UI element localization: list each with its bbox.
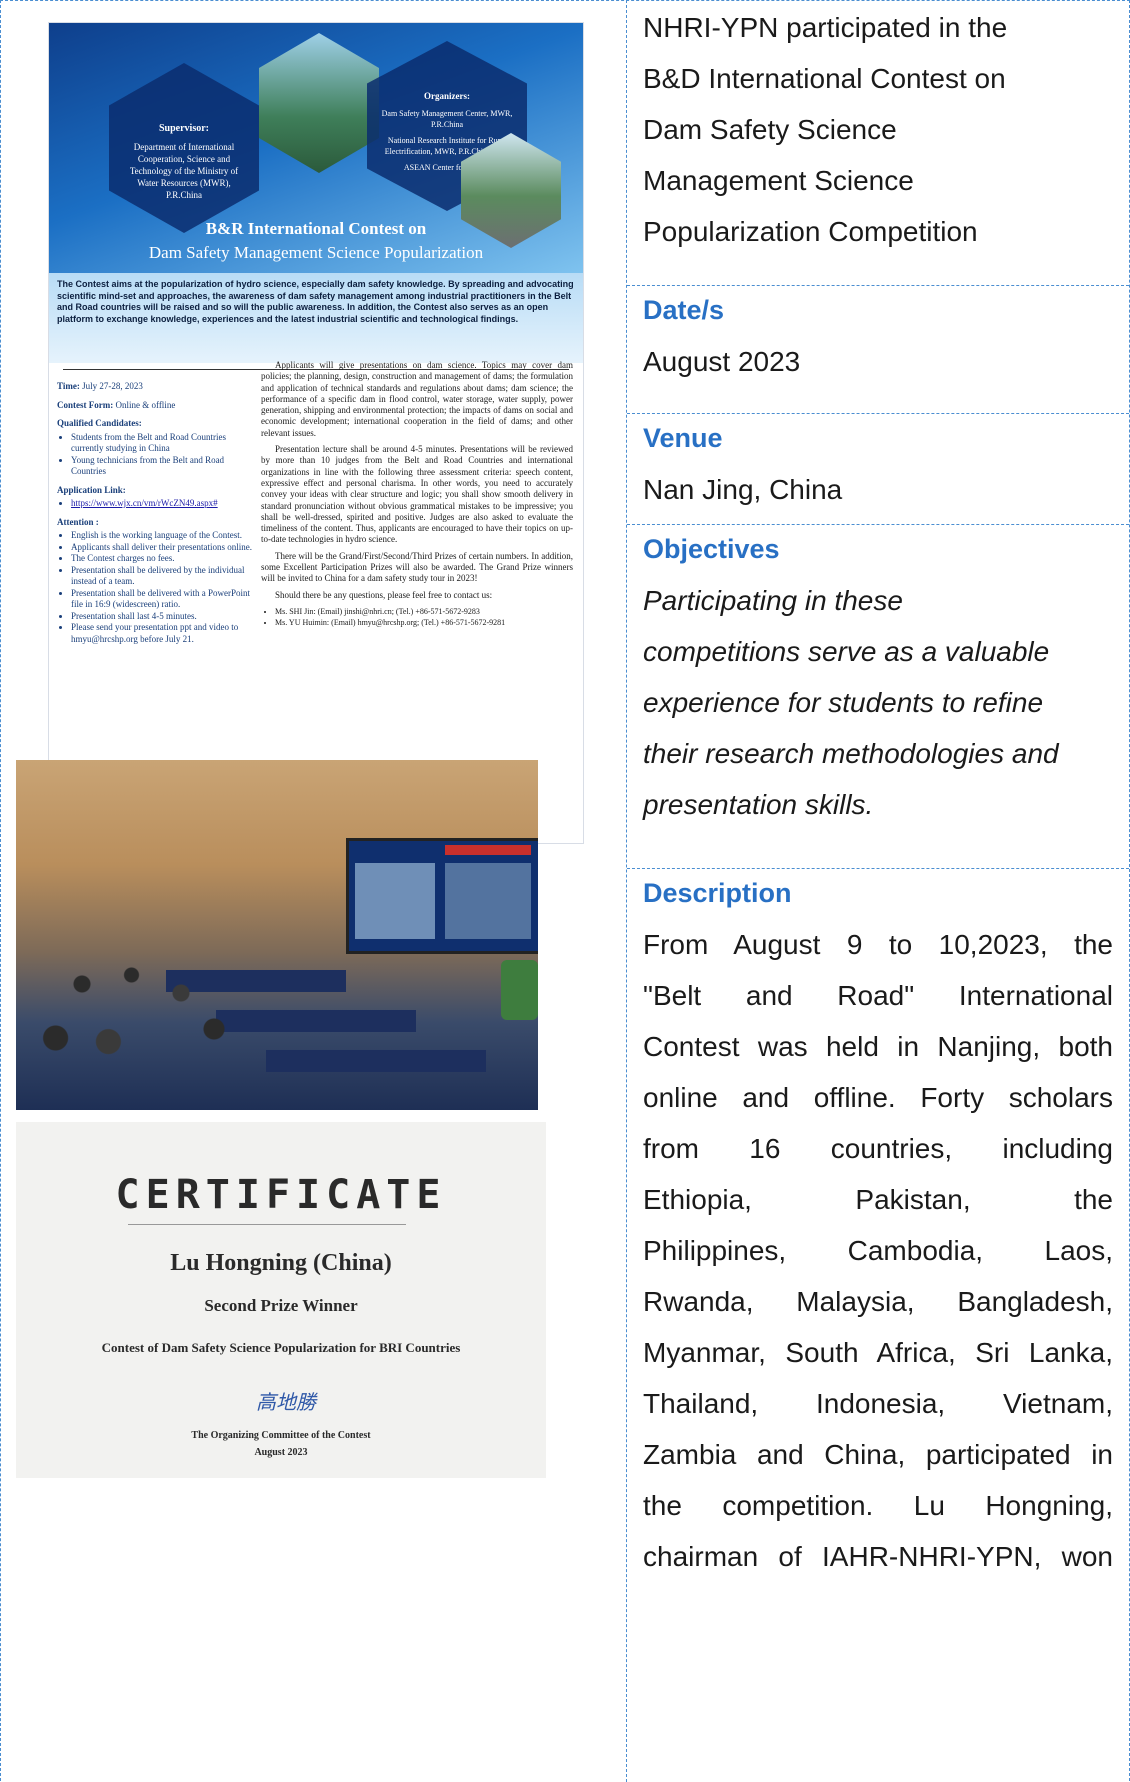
description-line: Philippines, Cambodia, Laos,	[643, 1235, 1113, 1266]
objectives-line: Participating in these	[643, 585, 903, 616]
poster-title-line-1: B&R International Contest on	[205, 219, 427, 238]
section-divider	[627, 868, 1129, 869]
poster-paragraph-2: Presentation lecture shall be around 4-5…	[261, 444, 573, 545]
description-line: Thailand, Indonesia, Vietnam,	[643, 1388, 1113, 1419]
event-title-line: Dam Safety Science	[643, 114, 897, 145]
supervisor-hexagon: Supervisor: Department of International C…	[109, 63, 259, 233]
projection-screen	[346, 838, 538, 954]
contest-poster: Supervisor: Department of International C…	[48, 22, 584, 844]
description-heading: Description	[643, 878, 792, 908]
certificate-rule	[128, 1224, 406, 1225]
date-section: Date/s August 2023	[643, 285, 1113, 387]
supervisor-heading: Supervisor:	[159, 123, 209, 134]
list-item: Young technicians from the Belt and Road…	[71, 455, 252, 478]
section-divider	[627, 413, 1129, 414]
poster-intro-box: The Contest aims at the popularization o…	[49, 273, 583, 363]
description-line: the competition. Lu Hongning,	[643, 1490, 1113, 1521]
contact-item: Ms. SHI Jin: (Email) jinshi@nhri.cn; (Te…	[275, 606, 573, 617]
poster-left-column: Time: July 27-28, 2023 Contest Form: Onl…	[57, 381, 252, 645]
description-line: Rwanda, Malaysia, Bangladesh,	[643, 1286, 1113, 1317]
list-item: Presentation shall be delivered by the i…	[71, 565, 252, 588]
list-item: Presentation shall last 4-5 minutes.	[71, 611, 252, 623]
list-item: Students from the Belt and Road Countrie…	[71, 432, 252, 455]
list-item: Presentation shall be delivered with a P…	[71, 588, 252, 611]
poster-banner: Supervisor: Department of International C…	[49, 23, 583, 273]
qualified-list: Students from the Belt and Road Countrie…	[57, 432, 252, 478]
plants	[501, 960, 538, 1020]
description-line: Zambia and China, participated in	[643, 1439, 1113, 1470]
certificate-prize: Second Prize Winner	[204, 1296, 358, 1315]
event-title-line: Popularization Competition	[643, 216, 978, 247]
application-list: https://www.wjx.cn/vm/rWcZN49.aspx#	[57, 498, 252, 510]
contact-list: Ms. SHI Jin: (Email) jinshi@nhri.cn; (Te…	[261, 606, 573, 629]
description-line: Ethiopia, Pakistan, the	[643, 1184, 1113, 1215]
event-title-line: B&D International Contest on	[643, 63, 1006, 94]
event-title: NHRI-YPN participated in the B&D Interna…	[643, 2, 1113, 257]
description-section: Description From August 9 to 10,2023, th…	[643, 868, 1113, 1582]
description-line: Contest was held in Nanjing, both	[643, 1031, 1113, 1062]
certificate-photo: CERTIFICATE Lu Hongning (China) Second P…	[16, 1122, 546, 1478]
supervisor-text: Department of International Cooperation,…	[129, 142, 239, 200]
conference-hall-photo	[16, 760, 538, 1110]
dam-photo-hexagon	[259, 33, 379, 173]
list-item: Applicants shall deliver their presentat…	[71, 542, 252, 554]
audience	[16, 930, 346, 1110]
venue-value: Nan Jing, China	[643, 474, 843, 505]
date-value: August 2023	[643, 346, 801, 377]
time-label: Time:	[57, 381, 80, 391]
certificate-signature: 高地勝	[256, 1392, 316, 1414]
poster-paragraph-3: There will be the Grand/First/Second/Thi…	[261, 550, 573, 584]
description-line: online and offline. Forty scholars	[643, 1082, 1113, 1113]
application-heading: Application Link:	[57, 484, 126, 495]
list-item: The Contest charges no fees.	[71, 553, 252, 565]
venue-section: Venue Nan Jing, China	[643, 413, 1113, 515]
poster-title-line-2: Dam Safety Management Science Populariza…	[148, 243, 484, 262]
event-title-line: Management Science	[643, 165, 914, 196]
certificate-recipient: Lu Hongning (China)	[170, 1250, 392, 1276]
event-title-line: NHRI-YPN participated in the	[643, 12, 1008, 43]
objectives-line: competitions serve as a valuable	[643, 636, 1050, 667]
application-link[interactable]: https://www.wjx.cn/vm/rWcZN49.aspx#	[71, 498, 218, 508]
poster-contact-intro: Should there be any questions, please fe…	[275, 589, 493, 600]
objectives-line: presentation skills.	[643, 789, 874, 820]
description-line: Myanmar, South Africa, Sri Lanka,	[643, 1337, 1113, 1368]
certificate-contest: Contest of Dam Safety Science Populariza…	[101, 1340, 461, 1355]
organizer-1: Dam Safety Management Center, MWR, P.R.C…	[381, 109, 513, 129]
description-line: chairman of IAHR-NHRI-YPN, won	[643, 1541, 1113, 1572]
poster-right-column: Applicants will give presentations on da…	[261, 360, 573, 629]
attention-heading: Attention :	[57, 516, 99, 527]
date-heading: Date/s	[643, 295, 725, 325]
description-line: From August 9 to 10,2023, the	[643, 929, 1113, 960]
objectives-section: Objectives Participating in these compet…	[643, 524, 1113, 830]
venue-heading: Venue	[643, 423, 723, 453]
form-label: Contest Form:	[57, 399, 114, 410]
column-divider	[626, 0, 627, 1782]
list-item: English is the working language of the C…	[71, 530, 252, 542]
poster-paragraph-1: Applicants will give presentations on da…	[261, 360, 573, 438]
qualified-heading: Qualified Candidates:	[57, 418, 142, 428]
objectives-heading: Objectives	[643, 534, 780, 564]
form-value: Online & offline	[115, 399, 176, 410]
section-divider	[627, 285, 1129, 286]
description-line: from 16 countries, including	[643, 1133, 1113, 1164]
list-item: Please send your presentation ppt and vi…	[71, 622, 252, 645]
organizers-heading: Organizers:	[424, 91, 470, 101]
objectives-line: their research methodologies and	[643, 738, 1059, 769]
section-divider	[627, 524, 1129, 525]
time-value: July 27-28, 2023	[82, 381, 143, 391]
objectives-line: experience for students to refine	[643, 687, 1044, 718]
description-line: "Belt and Road" International	[643, 980, 1113, 1011]
poster-intro-text: The Contest aims at the popularization o…	[57, 279, 574, 324]
contact-item: Ms. YU Huimin: (Email) hmyu@hrcshp.org; …	[275, 617, 573, 628]
attention-list: English is the working language of the C…	[57, 530, 252, 645]
certificate-title: CERTIFICATE	[115, 1172, 447, 1218]
certificate-date: August 2023	[254, 1447, 308, 1458]
poster-title: B&R International Contest on Dam Safety …	[49, 219, 583, 263]
certificate-committee: The Organizing Committee of the Contest	[191, 1430, 371, 1441]
